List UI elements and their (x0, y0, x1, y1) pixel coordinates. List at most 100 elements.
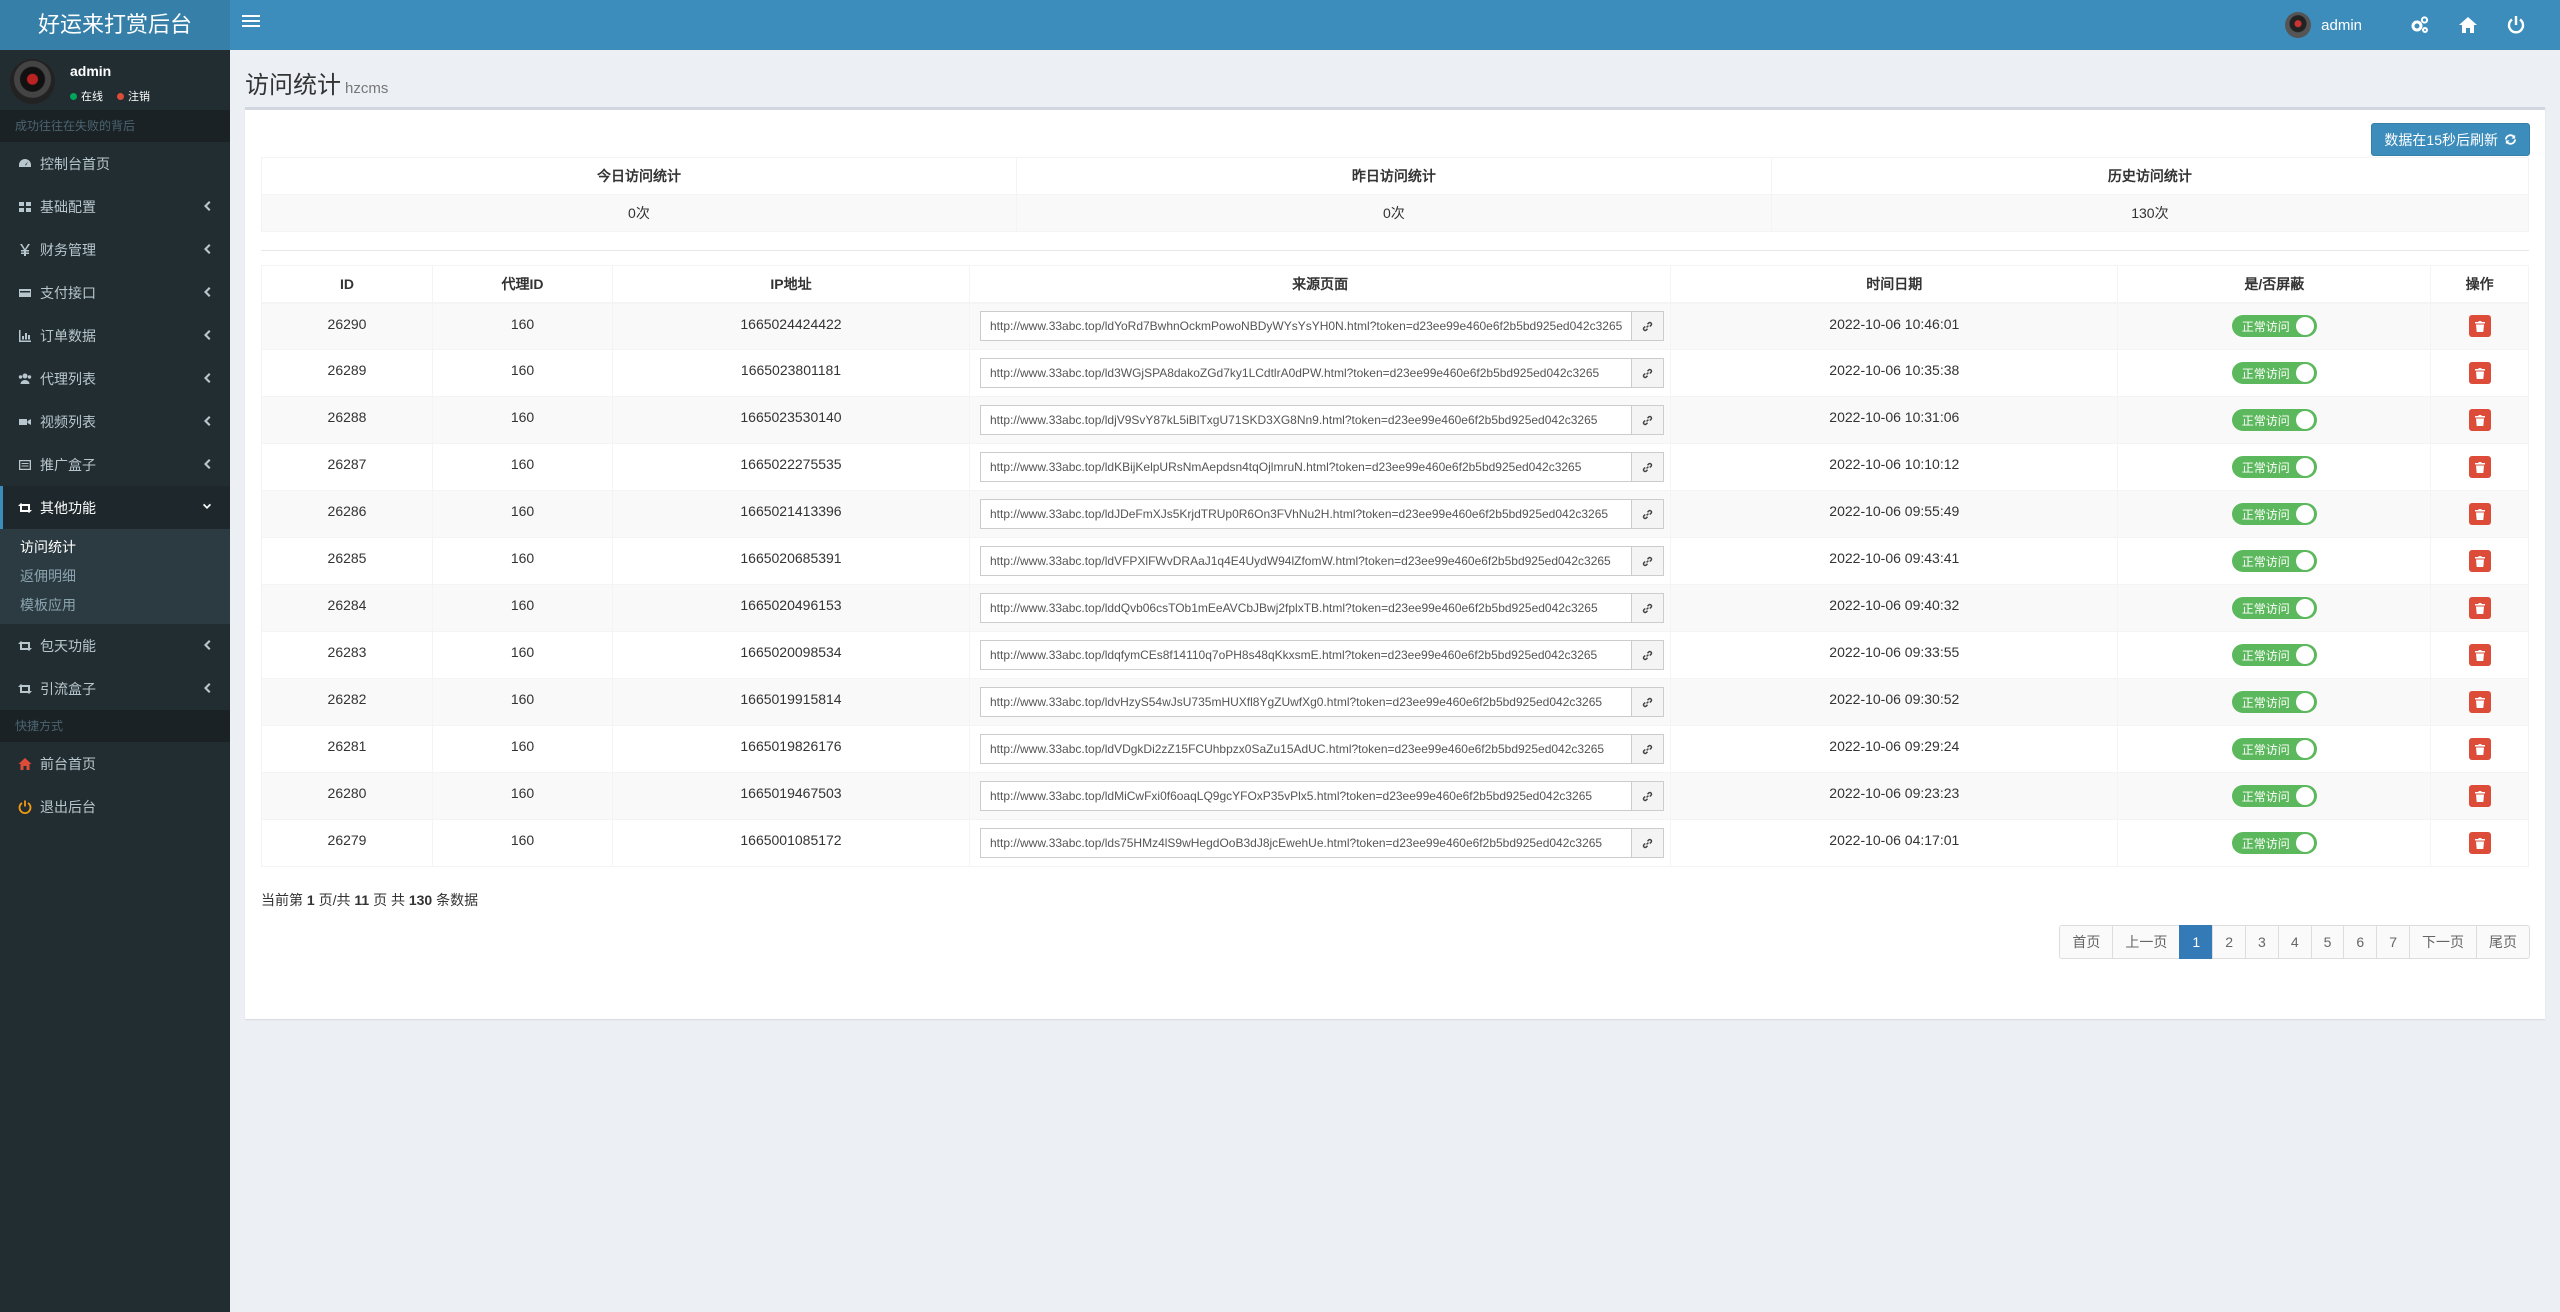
source-url-field[interactable]: http://www.33abc.top/ld3WGjSPA8dakoZGd7k… (980, 358, 1633, 388)
delete-button[interactable] (2468, 503, 2491, 525)
delete-button[interactable] (2468, 832, 2491, 854)
box-icon (19, 459, 31, 470)
stats-value-row: 0次 0次 130次 (261, 194, 2530, 232)
copy-link-button[interactable] (1632, 358, 1665, 388)
power-icon[interactable] (2506, 15, 2526, 35)
block-toggle[interactable]: 正常访问 (2231, 785, 2317, 807)
delete-button[interactable] (2468, 550, 2491, 572)
delete-button[interactable] (2468, 691, 2491, 713)
block-toggle[interactable]: 正常访问 (2231, 503, 2317, 525)
delete-button[interactable] (2468, 456, 2491, 478)
source-url-field[interactable]: http://www.33abc.top/ldjV9SvY87kL5iBlTxg… (980, 405, 1633, 435)
link-icon (1643, 556, 1653, 566)
refresh-button[interactable]: 数据在15秒后刷新 (2371, 123, 2530, 156)
cell-block: 正常访问 (2117, 772, 2432, 820)
cell-datetime: 2022-10-06 09:29:24 (1670, 725, 2119, 773)
copy-link-button[interactable] (1632, 405, 1665, 435)
source-url-field[interactable]: http://www.33abc.top/lds75HMz4lS9wHegdOo… (980, 828, 1633, 858)
block-toggle[interactable]: 正常访问 (2231, 644, 2317, 666)
source-url-field[interactable]: http://www.33abc.top/ldVFPXlFWvDRAaJ1q4E… (980, 546, 1633, 576)
pagination-button[interactable]: 5 (2310, 925, 2345, 959)
block-toggle[interactable]: 正常访问 (2231, 691, 2317, 713)
delete-button[interactable] (2468, 644, 2491, 666)
sidebar-subitem-visit-stats[interactable]: 访问统计 (0, 533, 230, 562)
sidebar-subitem-templates[interactable]: 模板应用 (0, 591, 230, 620)
sidebar-toggle-icon[interactable] (242, 12, 260, 34)
sidebar-item-daily-plan[interactable]: 包天功能 (0, 624, 230, 667)
copy-link-button[interactable] (1632, 452, 1665, 482)
pagination-button[interactable]: 首页 (2059, 925, 2114, 959)
copy-link-button[interactable] (1632, 499, 1665, 529)
block-toggle[interactable]: 正常访问 (2231, 597, 2317, 619)
logout-link[interactable]: 注销 (117, 88, 150, 104)
source-url-field[interactable]: http://www.33abc.top/ldMiCwFxi0f6oaqLQ9g… (980, 781, 1633, 811)
pagination-button[interactable]: 1 (2179, 925, 2214, 959)
app-logo[interactable]: 好运来打赏后台 (0, 0, 230, 50)
source-url-field[interactable]: http://www.33abc.top/ldYoRd7BwhnOckmPowo… (980, 311, 1633, 342)
block-toggle[interactable]: 正常访问 (2231, 738, 2317, 760)
cell-datetime: 2022-10-06 09:43:41 (1670, 537, 2119, 585)
table-row: 26283 160 1665020098534 http://www.33abc.to… (261, 631, 2529, 679)
cell-datetime: 2022-10-06 10:35:38 (1670, 349, 2119, 397)
cogs-icon[interactable] (2410, 15, 2430, 35)
sidebar-item-orders[interactable]: 订单数据 (0, 314, 230, 357)
sidebar-item-agents[interactable]: 代理列表 (0, 357, 230, 400)
sidebar-item-traffic-box[interactable]: 引流盒子 (0, 667, 230, 710)
block-toggle[interactable]: 正常访问 (2231, 315, 2317, 338)
sidebar-item-finance[interactable]: 财务管理 (0, 228, 230, 271)
refresh-label: 数据在15秒后刷新 (2384, 131, 2498, 148)
cell-actions (2430, 631, 2529, 679)
pagination-button[interactable]: 4 (2277, 925, 2312, 959)
pagination-button[interactable]: 上一页 (2112, 925, 2181, 959)
copy-link-button[interactable] (1632, 640, 1665, 670)
cell-agent-id: 160 (432, 302, 613, 350)
pagination-button[interactable]: 2 (2212, 925, 2247, 959)
source-url-field[interactable]: http://www.33abc.top/ldVDgkDi2zZ15FCUhbp… (980, 734, 1633, 764)
sidebar-item-videos[interactable]: 视频列表 (0, 400, 230, 443)
source-url-field[interactable]: http://www.33abc.top/ldKBijKelpURsNmAepd… (980, 452, 1633, 482)
copy-link-button[interactable] (1632, 546, 1665, 576)
copy-link-button[interactable] (1632, 593, 1665, 623)
copy-link-button[interactable] (1632, 734, 1665, 764)
sidebar-item-basic-config[interactable]: 基础配置 (0, 185, 230, 228)
sidebar-item-label: 支付接口 (40, 284, 96, 301)
header-user-menu[interactable]: admin (2285, 12, 2362, 38)
trash-icon (2474, 555, 2485, 567)
pagination-button[interactable]: 3 (2245, 925, 2279, 959)
toggle-label: 正常访问 (2241, 648, 2290, 663)
delete-button[interactable] (2468, 315, 2491, 338)
block-toggle[interactable]: 正常访问 (2231, 550, 2317, 572)
pagination-button[interactable]: 7 (2376, 925, 2410, 959)
sidebar-item-logout[interactable]: 退出后台 (0, 785, 230, 828)
block-toggle[interactable]: 正常访问 (2231, 409, 2317, 431)
pagination-button[interactable]: 6 (2343, 925, 2378, 959)
copy-link-button[interactable] (1632, 687, 1665, 717)
copy-link-button[interactable] (1632, 781, 1665, 811)
sidebar-item-payment[interactable]: 支付接口 (0, 271, 230, 314)
block-toggle[interactable]: 正常访问 (2231, 362, 2317, 384)
toggle-knob (2295, 740, 2314, 758)
sidebar-subitem-commission[interactable]: 返佣明细 (0, 562, 230, 591)
sidebar-item-other[interactable]: 其他功能 (0, 486, 230, 529)
delete-button[interactable] (2468, 785, 2491, 807)
sidebar-item-promo-box[interactable]: 推广盒子 (0, 443, 230, 486)
trash-icon (2474, 414, 2485, 426)
sidebar-item-frontend-home[interactable]: 前台首页 (0, 742, 230, 785)
delete-button[interactable] (2468, 409, 2491, 431)
block-toggle[interactable]: 正常访问 (2231, 456, 2317, 478)
copy-link-button[interactable] (1632, 828, 1665, 858)
delete-button[interactable] (2468, 738, 2491, 760)
source-url-field[interactable]: http://www.33abc.top/ldvHzyS54wJsU735mHU… (980, 687, 1633, 717)
source-url-field[interactable]: http://www.33abc.top/ldqfymCEs8f14110q7o… (980, 640, 1633, 670)
delete-button[interactable] (2468, 362, 2491, 384)
delete-button[interactable] (2468, 597, 2491, 619)
copy-link-button[interactable] (1632, 311, 1665, 342)
sidebar-item-dashboard[interactable]: 控制台首页 (0, 142, 230, 185)
link-icon (1643, 791, 1653, 801)
home-icon[interactable] (2458, 15, 2478, 35)
pagination-button[interactable]: 尾页 (2476, 925, 2530, 959)
source-url-field[interactable]: http://www.33abc.top/ldJDeFmXJs5KrjdTRUp… (980, 499, 1633, 529)
source-url-field[interactable]: http://www.33abc.top/lddQvb06csTOb1mEeAV… (980, 593, 1633, 623)
pagination-button[interactable]: 下一页 (2409, 925, 2477, 959)
block-toggle[interactable]: 正常访问 (2231, 832, 2317, 854)
